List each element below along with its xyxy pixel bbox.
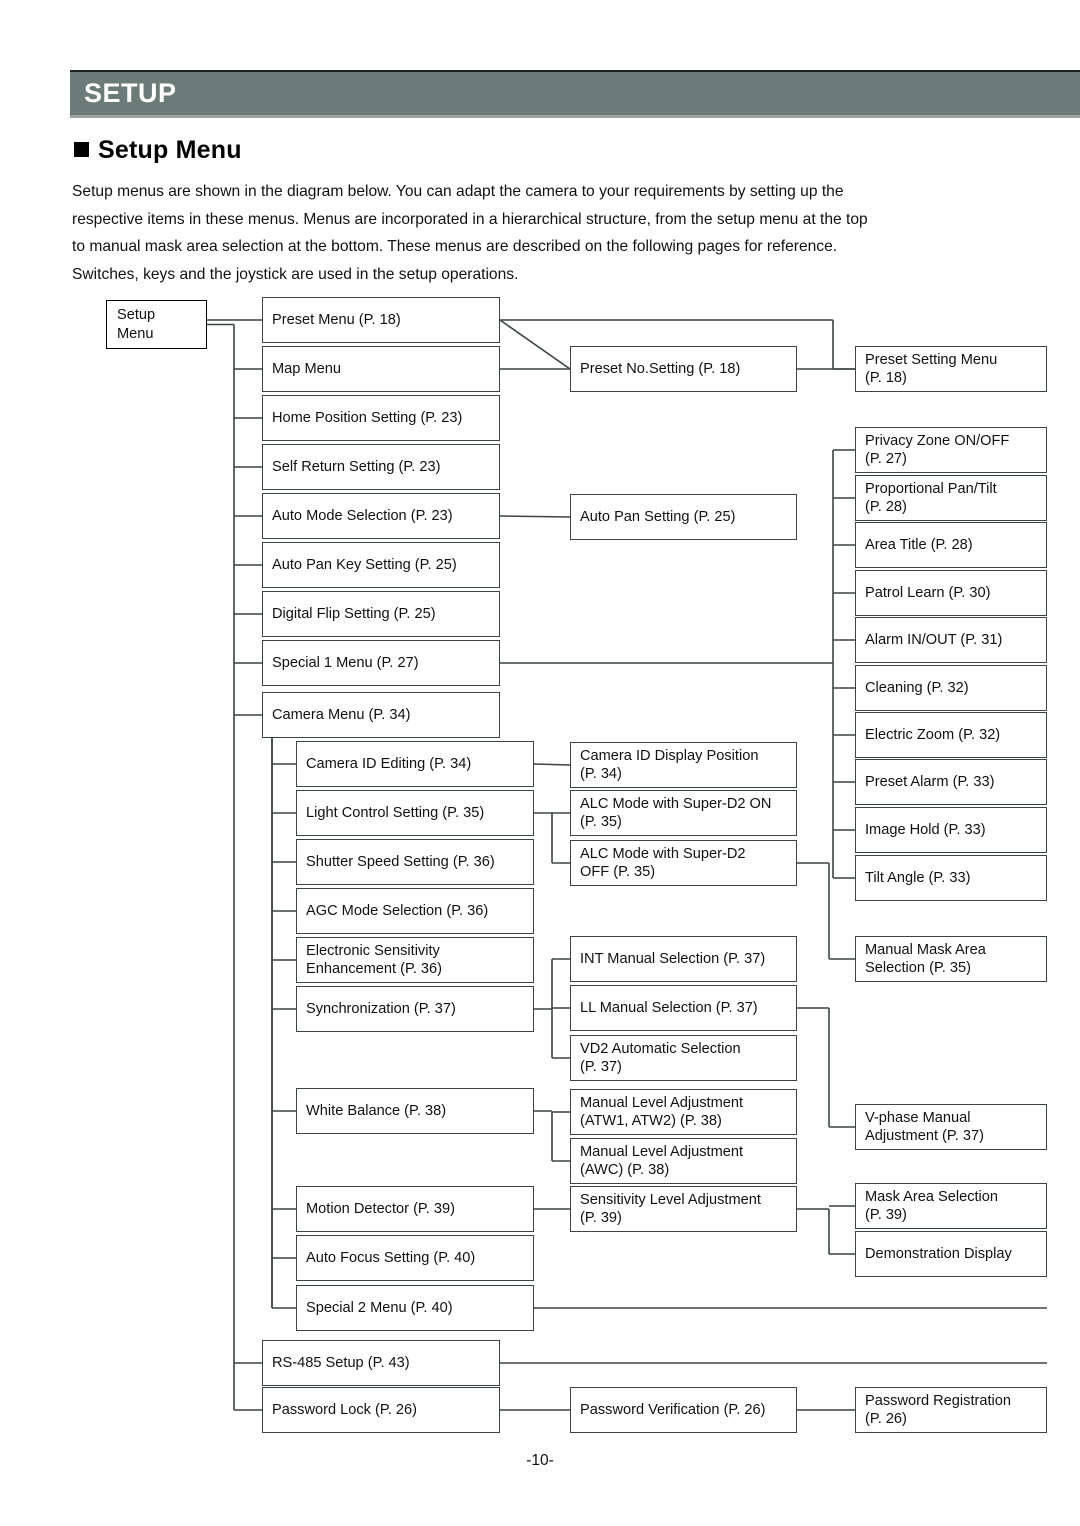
diagram-node-preset-menu-p-18: Preset Menu (P. 18) (262, 297, 500, 343)
diagram-node-demonstration-display: Demonstration Display (855, 1231, 1047, 1277)
diagram-node-auto-pan-key-setting-p-25: Auto Pan Key Setting (P. 25) (262, 542, 500, 588)
diagram-node-alarm-in-out-p-31: Alarm IN/OUT (P. 31) (855, 617, 1047, 663)
diagram-node-digital-flip-setting-p-25: Digital Flip Setting (P. 25) (262, 591, 500, 637)
diagram-node-proportional-pan-tilt-p-28: Proportional Pan/Tilt (P. 28) (855, 475, 1047, 521)
diagram-node-white-balance-p-38: White Balance (P. 38) (296, 1088, 534, 1134)
diagram-node-preset-alarm-p-33: Preset Alarm (P. 33) (855, 759, 1047, 805)
diagram-node-camera-menu-p-34: Camera Menu (P. 34) (262, 692, 500, 738)
diagram-node-auto-focus-setting-p-40: Auto Focus Setting (P. 40) (296, 1235, 534, 1281)
diagram-node-synchronization-p-37: Synchronization (P. 37) (296, 986, 534, 1032)
page-number: -10- (526, 1452, 554, 1469)
diagram-node-password-lock-p-26: Password Lock (P. 26) (262, 1387, 500, 1433)
diagram-node-rs-485-setup-p-43: RS-485 Setup (P. 43) (262, 1340, 500, 1386)
diagram-node-auto-pan-setting-p-25: Auto Pan Setting (P. 25) (570, 494, 797, 540)
diagram-node-manual-level-adjustment-awc-p-38: Manual Level Adjustment (AWC) (P. 38) (570, 1138, 797, 1184)
diagram-node-special-1-menu-p-27: Special 1 Menu (P. 27) (262, 640, 500, 686)
diagram-node-cleaning-p-32: Cleaning (P. 32) (855, 665, 1047, 711)
diagram-node-image-hold-p-33: Image Hold (P. 33) (855, 807, 1047, 853)
diagram-node-preset-no-setting-p-18: Preset No.Setting (P. 18) (570, 346, 797, 392)
diagram-node-alc-mode-with-super-d2-on-p-35: ALC Mode with Super-D2 ON (P. 35) (570, 790, 797, 836)
diagram-node-manual-mask-area-selection-p-35: Manual Mask Area Selection (P. 35) (855, 936, 1047, 982)
diagram-node-setup-menu: Setup Menu (106, 300, 207, 349)
diagram-node-alc-mode-with-super-d2-off-p-35: ALC Mode with Super-D2 OFF (P. 35) (570, 840, 797, 886)
diagram-node-camera-id-display-position-p-34: Camera ID Display Position (P. 34) (570, 742, 797, 788)
diagram-node-ll-manual-selection-p-37: LL Manual Selection (P. 37) (570, 985, 797, 1031)
diagram-node-privacy-zone-on-off-p-27: Privacy Zone ON/OFF (P. 27) (855, 427, 1047, 473)
setup-menu-hierarchy-diagram: Setup Menu Preset Menu (P. 18) Map Menu Hom… (0, 0, 1080, 1526)
diagram-node-light-control-setting-p-35: Light Control Setting (P. 35) (296, 790, 534, 836)
diagram-node-password-registration-p-26: Password Registration (P. 26) (855, 1387, 1047, 1433)
diagram-node-preset-setting-menu-p-18: Preset Setting Menu (P. 18) (855, 346, 1047, 392)
diagram-node-tilt-angle-p-33: Tilt Angle (P. 33) (855, 855, 1047, 901)
diagram-node-auto-mode-selection-p-23: Auto Mode Selection (P. 23) (262, 493, 500, 539)
diagram-node-password-verification-p-26: Password Verification (P. 26) (570, 1387, 797, 1433)
diagram-node-area-title-p-28: Area Title (P. 28) (855, 522, 1047, 568)
diagram-node-agc-mode-selection-p-36: AGC Mode Selection (P. 36) (296, 888, 534, 934)
diagram-node-patrol-learn-p-30: Patrol Learn (P. 30) (855, 570, 1047, 616)
diagram-node-motion-detector-p-39: Motion Detector (P. 39) (296, 1186, 534, 1232)
diagram-node-electric-zoom-p-32: Electric Zoom (P. 32) (855, 712, 1047, 758)
diagram-node-shutter-speed-setting-p-36: Shutter Speed Setting (P. 36) (296, 839, 534, 885)
diagram-node-electronic-sensitivity-enhancement-p-36: Electronic Sensitivity Enhancement (P. 3… (296, 937, 534, 983)
diagram-node-manual-level-adjustment-atw1-atw2-p-38: Manual Level Adjustment (ATW1, ATW2) (P.… (570, 1089, 797, 1135)
diagram-node-self-return-setting-p-23: Self Return Setting (P. 23) (262, 444, 500, 490)
diagram-node-mask-area-selection-p-39: Mask Area Selection (P. 39) (855, 1183, 1047, 1229)
diagram-node-camera-id-editing-p-34: Camera ID Editing (P. 34) (296, 741, 534, 787)
diagram-node-map-menu: Map Menu (262, 346, 500, 392)
diagram-node-sensitivity-level-adjustment-p-39: Sensitivity Level Adjustment (P. 39) (570, 1186, 797, 1232)
diagram-node-special-2-menu-p-40: Special 2 Menu (P. 40) (296, 1285, 534, 1331)
diagram-node-int-manual-selection-p-37: INT Manual Selection (P. 37) (570, 936, 797, 982)
diagram-node-v-phase-manual-adjustment-p-37: V-phase Manual Adjustment (P. 37) (855, 1104, 1047, 1150)
diagram-node-vd2-automatic-selection-p-37: VD2 Automatic Selection (P. 37) (570, 1035, 797, 1081)
diagram-node-home-position-setting-p-23: Home Position Setting (P. 23) (262, 395, 500, 441)
